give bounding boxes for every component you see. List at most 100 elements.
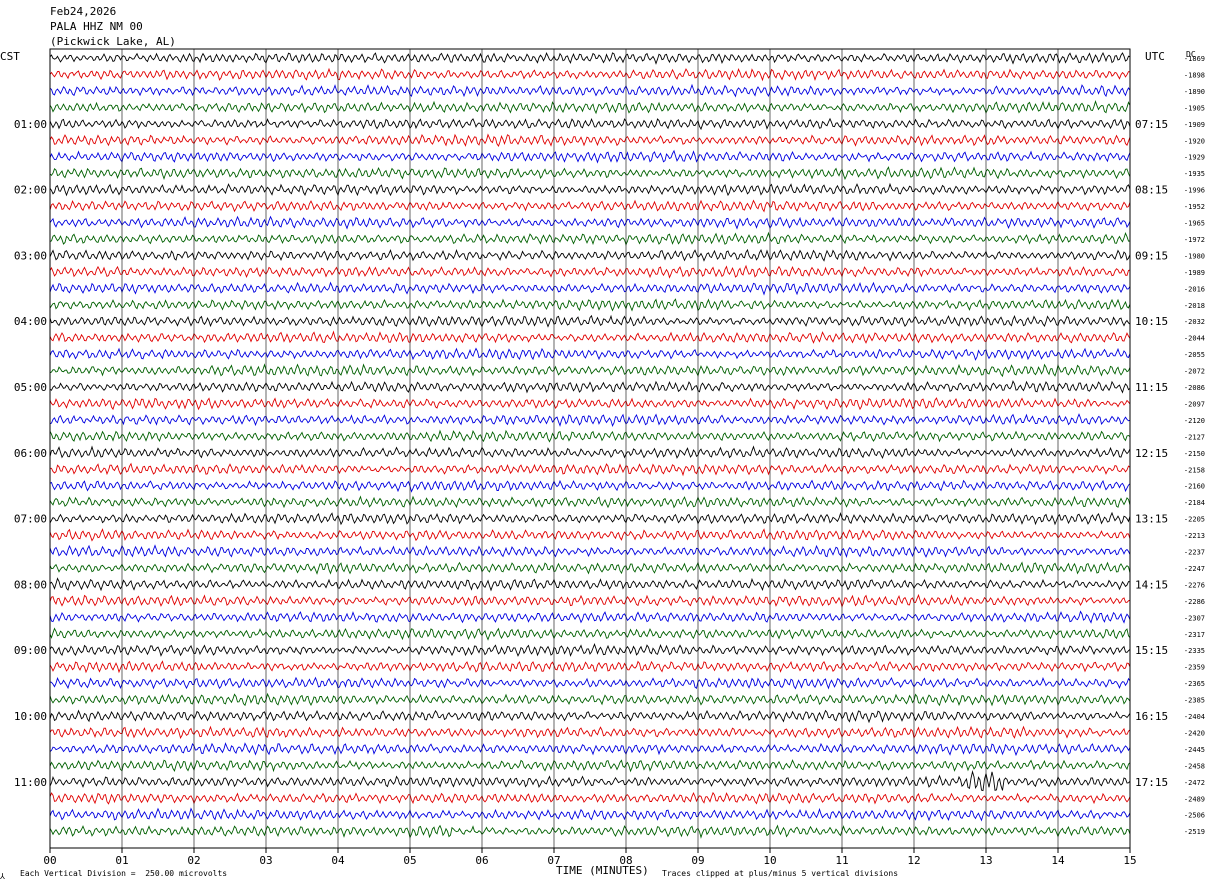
dc-offset-label: -2160 [1184,483,1205,491]
dc-offset-label: -1869 [1184,55,1205,63]
seismic-trace-27 [49,495,1131,509]
seismic-trace-21 [49,397,1131,411]
seismic-trace-29 [49,528,1131,542]
left-hour-label: 06:00 [14,447,47,460]
seismic-trace-4 [49,117,1131,131]
dc-offset-label: -1905 [1184,104,1205,112]
helicorder-plot: 01:00 07:15 02:00 08:15 03:00 09:15 04:00 10:15… [14,48,1205,867]
x-tick-label: 06 [475,854,488,867]
x-tick-label: 02 [187,854,200,867]
seismic-trace-19 [49,363,1131,378]
seismic-trace-18 [49,347,1131,361]
seismic-trace-17 [49,330,1131,344]
dc-offset-label: -2365 [1184,680,1205,688]
dc-offset-label: -2032 [1184,318,1205,326]
seismic-trace-14 [49,281,1131,296]
dc-offset-label: -2307 [1184,614,1205,622]
x-tick-label: 14 [1051,854,1065,867]
dc-offset-label: -2213 [1184,532,1205,540]
right-hour-label: 15:15 [1135,644,1168,657]
seismic-trace-35 [49,627,1131,641]
right-hour-label: 11:15 [1135,381,1168,394]
seismic-trace-6 [49,149,1131,164]
dc-offset-label: -1989 [1184,269,1205,277]
seismic-trace-30 [49,544,1131,558]
dc-offset-label: -2072 [1184,368,1205,376]
right-hour-label: 10:15 [1135,315,1168,328]
seismic-trace-10 [49,215,1131,230]
dc-offset-label: -2055 [1184,351,1205,359]
x-axis-title: TIME (MINUTES) [556,864,649,877]
dc-offset-label: -1929 [1184,154,1205,162]
dc-offset-label: -2158 [1184,466,1205,474]
right-hour-label: 17:15 [1135,776,1168,789]
seismic-trace-43 [49,759,1131,773]
dc-offset-label: -2237 [1184,549,1205,557]
dc-offset-label: -1980 [1184,252,1205,260]
dc-offset-label: -2445 [1184,746,1205,754]
x-tick-label: 12 [907,854,920,867]
dc-offset-label: -2385 [1184,697,1205,705]
seismic-trace-15 [49,298,1131,312]
dc-offset-label: -2276 [1184,581,1205,589]
dc-offset-label: -2016 [1184,285,1205,293]
seismic-trace-16 [49,314,1131,328]
dc-offset-label: -1965 [1184,220,1205,228]
dc-offset-label: -1898 [1184,71,1205,79]
seismic-trace-33 [49,593,1131,608]
seismic-trace-5 [49,133,1131,147]
left-hour-label: 07:00 [14,513,47,526]
seismic-trace-38 [49,676,1131,690]
dc-offset-label: -2086 [1184,384,1205,392]
seismic-trace-37 [49,660,1131,674]
dc-offset-label: -2120 [1184,417,1205,425]
clip-note: Traces clipped at plus/minus 5 vertical … [662,869,899,878]
seismic-trace-7 [49,166,1131,181]
corner-mark-icon: ⅄ [0,872,5,881]
dc-offset-labels: -1869 -1898 -1890 -1905 -1909 -1920 -1929 -1935… [1184,55,1205,836]
seismic-trace-26 [49,479,1131,493]
dc-offset-label: -1909 [1184,121,1205,129]
left-hour-label: 09:00 [14,644,47,657]
seismic-trace-42 [49,742,1131,757]
dc-offset-label: -2489 [1184,795,1205,803]
dc-offset-label: -2097 [1184,400,1205,408]
seismic-trace-23 [49,429,1131,443]
x-tick-label: 03 [259,854,272,867]
dc-offset-label: -2044 [1184,335,1205,343]
dc-offset-label: -2506 [1184,812,1205,820]
seismic-trace-9 [49,199,1131,213]
scale-note: Each Vertical Division = 250.00 microvol… [20,869,228,878]
x-tick-label: 10 [763,854,776,867]
left-hour-label: 05:00 [14,381,47,394]
dc-offset-label: -2286 [1184,598,1205,606]
dc-offset-label: -2317 [1184,631,1205,639]
left-hour-label: 08:00 [14,578,47,591]
seismic-trace-34 [49,610,1131,624]
dc-offset-label: -2205 [1184,516,1205,524]
x-tick-label: 09 [691,854,704,867]
left-hour-label: 03:00 [14,249,47,262]
right-hour-label: 09:15 [1135,249,1168,262]
dc-offset-label: -2472 [1184,779,1205,787]
dc-offset-label: -2420 [1184,729,1205,737]
right-hour-label: 07:15 [1135,118,1168,131]
seismic-trace-41 [49,725,1131,740]
dc-offset-label: -2150 [1184,450,1205,458]
seismic-trace-22 [49,413,1131,428]
dc-offset-label: -2018 [1184,302,1205,310]
dc-offset-label: -2335 [1184,647,1205,655]
left-hour-label: 04:00 [14,315,47,328]
dc-offset-label: -1935 [1184,170,1205,178]
seismic-traces [49,51,1131,839]
right-hour-label: 13:15 [1135,513,1168,526]
seismic-trace-47 [49,824,1131,839]
dc-offset-label: -1996 [1184,187,1205,195]
dc-offset-label: -2127 [1184,433,1205,441]
x-tick-label: 11 [835,854,848,867]
seismic-trace-31 [49,561,1131,575]
x-tick-label: 01 [115,854,128,867]
right-hour-label: 08:15 [1135,184,1168,197]
dc-offset-label: -1920 [1184,137,1205,145]
left-hour-label: 02:00 [14,184,47,197]
